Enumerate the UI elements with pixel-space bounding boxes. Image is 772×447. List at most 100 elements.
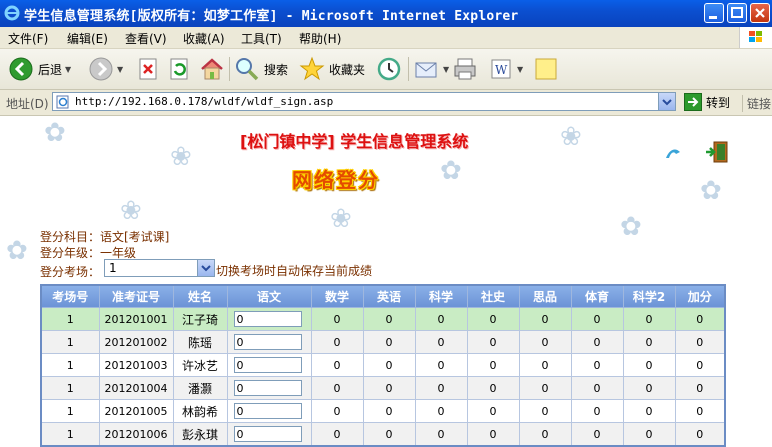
edit-dropdown-icon[interactable]: ▼ [517,65,523,74]
search-label: 搜索 [264,62,289,77]
menu-edit[interactable]: 编辑(E) [67,30,108,47]
decor-flower-icon: ✿ [6,236,28,266]
score-cell: 0 [414,307,468,331]
score-cell: 0 [518,307,572,331]
back-button[interactable]: 后退 ▼ [8,54,71,84]
home-icon [201,58,223,80]
decor-flower-icon: ❀ [170,142,192,172]
page-icon [56,95,69,109]
score-cell: 0 [622,353,676,377]
score-cell: 0 [466,376,520,400]
close-button[interactable] [750,3,770,23]
home-button[interactable] [199,54,225,84]
decor-flower-icon: ❀ [560,122,582,152]
forward-arrow-icon [89,57,113,81]
col-header: 准考证号 [98,284,174,308]
decor-flower-icon: ❀ [330,204,352,234]
score-cell: 0 [518,422,572,447]
menu-file[interactable]: 文件(F) [8,30,48,47]
chinese-score-input[interactable] [233,403,302,419]
mail-dropdown-icon[interactable]: ▼ [443,65,449,74]
score-cell: 0 [570,376,624,400]
links-button[interactable]: 链接 [742,95,771,112]
address-url: http://192.168.0.178/wldf/wldf_sign.asp [75,95,334,108]
page-content: ✿ ❀ ✿ ❀ ✿ ❀ ✿ ❀ ✿ [松门镇中学] 学生信息管理系统 网络登分 … [0,116,772,447]
col-header: 思品 [518,284,572,308]
score-cell: 0 [674,330,726,354]
menu-tools[interactable]: 工具(T) [241,30,282,47]
table-row[interactable]: 1 201201004 潘灏 0 0 0 0 0 0 0 0 [40,376,726,400]
room-label: 登分考场： [40,265,101,279]
student-name-cell: 陈瑶 [172,330,228,354]
score-cell: 0 [518,330,572,354]
score-cell: 0 [570,399,624,423]
refresh-button[interactable] [168,54,192,84]
room-cell: 1 [40,307,100,331]
student-name-cell: 江子琦 [172,307,228,331]
search-icon [236,58,259,81]
exam-room-value: 1 [109,261,117,275]
search-button[interactable]: 搜索 [234,54,288,84]
back-label: 后退 [38,62,63,77]
menu-help[interactable]: 帮助(H) [299,30,341,47]
edit-button[interactable]: W ▼ [490,54,523,84]
score-cell: 0 [362,307,416,331]
address-input[interactable]: http://192.168.0.178/wldf/wldf_sign.asp [52,92,676,111]
exam-id-cell: 201201001 [98,307,174,331]
score-cell: 0 [466,353,520,377]
col-header: 科学2 [622,284,676,308]
score-cell: 0 [414,376,468,400]
score-cell: 0 [518,376,572,400]
menu-view[interactable]: 查看(V) [125,30,167,47]
address-dropdown[interactable] [658,93,675,110]
toolbar: 后退 ▼ ▼ 搜索 收藏夹 ▼ W ▼ [0,49,772,90]
mail-button[interactable]: ▼ [414,54,449,84]
forward-button[interactable]: ▼ [88,54,123,84]
minimize-button[interactable] [704,3,724,23]
go-button[interactable]: 转到 [684,93,730,111]
discuss-button[interactable] [534,54,558,84]
svg-text:W: W [495,63,508,77]
favorites-button[interactable]: 收藏夹 [299,54,365,84]
maximize-button[interactable] [727,3,747,23]
score-cell: 0 [674,353,726,377]
menu-favorites[interactable]: 收藏(A) [183,30,225,47]
subject-info: 登分科目：语文[考试课] [40,230,170,244]
table-row[interactable]: 1 201201006 彭永琪 0 0 0 0 0 0 0 0 [40,422,726,447]
favorites-label: 收藏夹 [329,62,366,77]
table-row[interactable]: 1 201201002 陈瑶 0 0 0 0 0 0 0 0 [40,330,726,354]
chinese-score-input[interactable] [233,426,302,442]
history-button[interactable] [376,54,402,84]
title-bar: 学生信息管理系统[版权所有：如梦工作室] - Microsoft Interne… [0,0,772,27]
chinese-score-input[interactable] [233,380,302,396]
page-heading: 网络登分 [292,168,380,192]
back-link-icon[interactable] [664,146,682,162]
exam-room-dropdown[interactable] [197,260,214,276]
score-cell: 0 [310,353,364,377]
col-header: 语文 [226,284,312,308]
back-dropdown-icon[interactable]: ▼ [65,65,71,74]
chinese-score-input[interactable] [233,311,302,327]
go-label: 转到 [706,95,731,110]
address-bar: 地址(D) http://192.168.0.178/wldf/wldf_sig… [0,90,772,116]
score-cell: 0 [362,422,416,447]
score-cell: 0 [414,330,468,354]
table-row[interactable]: 1 201201005 林韵希 0 0 0 0 0 0 0 0 [40,399,726,423]
forward-dropdown-icon[interactable]: ▼ [117,65,123,74]
score-table: 考场号 准考证号 姓名 语文 数学 英语 科学 社史 思品 体育 科学2 加分 … [40,284,726,447]
decor-flower-icon: ❀ [120,196,142,226]
chinese-score-input[interactable] [233,357,302,373]
back-arrow-icon [9,57,33,81]
table-row[interactable]: 1 201201003 许冰艺 0 0 0 0 0 0 0 0 [40,353,726,377]
print-button[interactable] [452,54,478,84]
stop-icon [139,58,157,80]
exam-id-cell: 201201002 [98,330,174,354]
chinese-score-input[interactable] [233,334,302,350]
exam-room-select[interactable]: 1 [104,259,215,277]
decor-flower-icon: ✿ [700,176,722,206]
score-cell: 0 [362,330,416,354]
minimize-icon [709,16,717,19]
table-row[interactable]: 1 201201001 江子琦 0 0 0 0 0 0 0 0 [40,307,726,331]
stop-button[interactable] [137,54,161,84]
logout-icon[interactable] [704,140,730,164]
